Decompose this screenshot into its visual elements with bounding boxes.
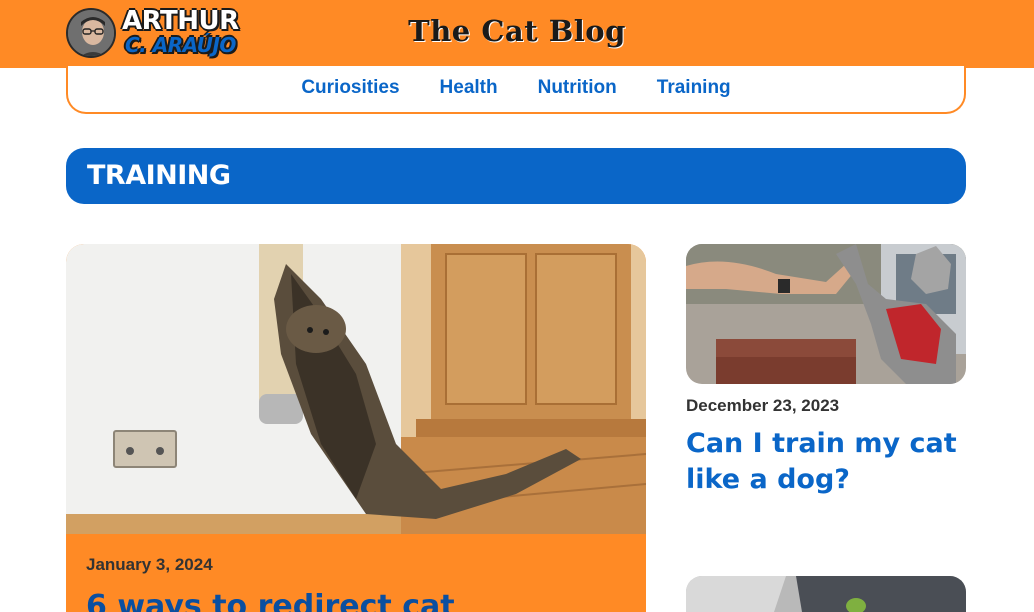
nav-item-health[interactable]: Health <box>440 77 498 99</box>
next-post-card[interactable] <box>686 576 966 612</box>
featured-post-card[interactable]: January 3, 2024 6 ways to redirect cat <box>66 244 646 612</box>
featured-post-title[interactable]: 6 ways to redirect cat <box>86 589 626 612</box>
nav-item-curiosities[interactable]: Curiosities <box>301 77 399 99</box>
main-nav: Curiosities Health Nutrition Training <box>66 66 966 114</box>
next-post-image[interactable] <box>686 576 966 612</box>
featured-post-date: January 3, 2024 <box>86 555 213 574</box>
section-title: TRAINING <box>87 160 231 191</box>
side-post-image[interactable] <box>686 244 966 384</box>
nav-item-training[interactable]: Training <box>657 77 731 99</box>
side-post-date: December 23, 2023 <box>686 396 840 415</box>
side-post-card[interactable]: December 23, 2023 Can I train my cat lik… <box>686 244 966 495</box>
site-title[interactable]: The Cat Blog <box>0 14 1034 48</box>
site-header: ARTHUR C. ARAÚJO The Cat Blog <box>0 0 1034 68</box>
side-post-title[interactable]: Can I train my cat like a dog? <box>686 426 966 498</box>
featured-post-image[interactable] <box>66 244 646 534</box>
section-header: TRAINING <box>66 148 966 204</box>
nav-item-nutrition[interactable]: Nutrition <box>538 77 617 99</box>
